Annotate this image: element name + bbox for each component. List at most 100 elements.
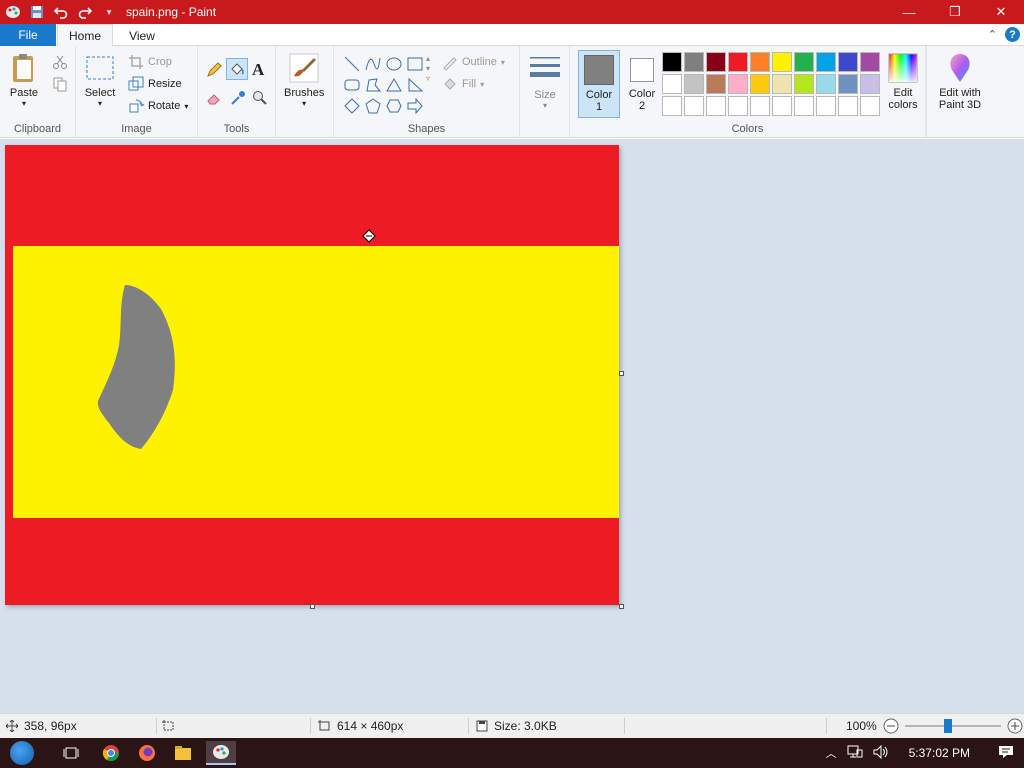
palette-swatch[interactable]: [838, 52, 858, 72]
fill-bucket-icon: [231, 63, 244, 75]
maximize-button[interactable]: ❐: [932, 0, 978, 24]
palette-swatch[interactable]: [794, 96, 814, 116]
fill-button[interactable]: Fill ▾: [442, 76, 484, 92]
file-explorer-icon[interactable]: [170, 741, 196, 765]
palette-swatch[interactable]: [772, 74, 792, 94]
line-shape-icon[interactable]: [342, 54, 362, 74]
palette-swatch[interactable]: [794, 74, 814, 94]
outline-button[interactable]: Outline ▾: [442, 54, 505, 70]
minimize-button[interactable]: —: [886, 0, 932, 24]
network-icon[interactable]: [847, 745, 863, 762]
undo-icon[interactable]: [52, 3, 70, 21]
clock[interactable]: 5:37:02 PM: [909, 746, 970, 760]
palette-swatch[interactable]: [772, 52, 792, 72]
drawing-canvas[interactable]: [5, 145, 619, 605]
file-tab[interactable]: File: [0, 24, 56, 46]
action-center-icon[interactable]: [998, 745, 1014, 762]
paste-button[interactable]: Paste ▾: [8, 52, 40, 108]
crop-button[interactable]: Crop: [128, 54, 172, 70]
show-hidden-icons-icon[interactable]: ︿: [826, 745, 837, 761]
start-button[interactable]: [10, 741, 34, 765]
hexagon-shape-icon[interactable]: [384, 96, 404, 116]
palette-swatch[interactable]: [684, 52, 704, 72]
palette-swatch[interactable]: [838, 96, 858, 116]
eraser-tool[interactable]: [206, 90, 222, 106]
paint-taskbar-icon[interactable]: [206, 741, 236, 765]
task-view-icon[interactable]: [58, 741, 84, 765]
magnifier-tool[interactable]: [252, 90, 268, 106]
save-icon[interactable]: [28, 3, 46, 21]
palette-swatch[interactable]: [816, 96, 836, 116]
pentagon-shape-icon[interactable]: [363, 96, 383, 116]
canvas-workspace[interactable]: [0, 139, 1024, 713]
tab-home[interactable]: Home: [57, 24, 113, 47]
rectangle-shape-icon[interactable]: [405, 54, 425, 74]
palette-swatch[interactable]: [750, 96, 770, 116]
palette-swatch[interactable]: [662, 52, 682, 72]
color2-button[interactable]: Color 2: [622, 50, 662, 118]
volume-icon[interactable]: [873, 744, 889, 762]
cut-button[interactable]: [52, 54, 68, 70]
zoom-in-icon[interactable]: [1007, 718, 1023, 734]
color-picker-tool[interactable]: [230, 90, 246, 106]
palette-swatch[interactable]: [860, 52, 880, 72]
palette-swatch[interactable]: [750, 52, 770, 72]
polygon-shape-icon[interactable]: [363, 75, 383, 95]
palette-swatch[interactable]: [750, 74, 770, 94]
palette-swatch[interactable]: [860, 74, 880, 94]
chrome-icon[interactable]: [98, 741, 124, 765]
palette-swatch[interactable]: [706, 74, 726, 94]
fill-tool[interactable]: [226, 58, 248, 80]
palette-swatch[interactable]: [684, 96, 704, 116]
diamond-shape-icon[interactable]: [342, 96, 362, 116]
redo-icon[interactable]: [76, 3, 94, 21]
size-button[interactable]: Size ▾: [529, 54, 561, 110]
edit-with-paint3d-button[interactable]: Edit with Paint 3D: [934, 52, 986, 111]
zoom-slider-thumb[interactable]: [944, 719, 953, 733]
palette-swatch[interactable]: [838, 74, 858, 94]
brushes-button[interactable]: Brushes ▾: [284, 52, 324, 108]
collapse-ribbon-icon[interactable]: ⌃: [988, 28, 997, 41]
rotate-button[interactable]: Rotate ▾: [128, 98, 188, 114]
right-triangle-shape-icon[interactable]: [405, 75, 425, 95]
resize-handle-bottom[interactable]: [310, 604, 315, 609]
rounded-rectangle-shape-icon[interactable]: [342, 75, 362, 95]
triangle-shape-icon[interactable]: [384, 75, 404, 95]
palette-swatch[interactable]: [772, 96, 792, 116]
tools-group: A Tools: [198, 46, 276, 138]
palette-swatch[interactable]: [706, 52, 726, 72]
paint-app-icon[interactable]: [4, 3, 22, 21]
zoom-out-icon[interactable]: [883, 718, 899, 734]
palette-swatch[interactable]: [728, 96, 748, 116]
right-arrow-shape-icon[interactable]: [405, 96, 425, 116]
pencil-tool[interactable]: [206, 62, 222, 78]
edit-colors-button[interactable]: Edit colors: [884, 52, 922, 111]
palette-swatch[interactable]: [684, 74, 704, 94]
title-bar: ▾ spain.png - Paint — ❐ ✕: [0, 0, 1024, 24]
palette-swatch[interactable]: [662, 96, 682, 116]
text-tool[interactable]: A: [252, 60, 264, 80]
customize-toolbar-icon[interactable]: ▾: [100, 3, 118, 21]
palette-swatch[interactable]: [728, 52, 748, 72]
palette-swatch[interactable]: [706, 96, 726, 116]
close-button[interactable]: ✕: [978, 0, 1024, 24]
firefox-icon[interactable]: [134, 741, 160, 765]
palette-swatch[interactable]: [662, 74, 682, 94]
palette-swatch[interactable]: [816, 52, 836, 72]
help-icon[interactable]: ?: [1005, 27, 1020, 42]
shapes-scroll-icon[interactable]: ▴ ▾ ▿: [426, 54, 430, 84]
copy-button[interactable]: [52, 76, 68, 92]
resize-handle-right[interactable]: [619, 371, 624, 376]
curve-shape-icon[interactable]: [363, 54, 383, 74]
resize-button[interactable]: Resize: [128, 76, 182, 92]
palette-swatch[interactable]: [816, 74, 836, 94]
palette-swatch[interactable]: [860, 96, 880, 116]
palette-swatch[interactable]: [794, 52, 814, 72]
tab-view[interactable]: View: [115, 24, 169, 47]
resize-handle-corner[interactable]: [619, 604, 624, 609]
color1-button[interactable]: Color 1: [578, 50, 620, 118]
select-button[interactable]: Select ▾: [84, 52, 116, 108]
palette-swatch[interactable]: [728, 74, 748, 94]
zoom-slider[interactable]: [904, 719, 1001, 733]
oval-shape-icon[interactable]: [384, 54, 404, 74]
